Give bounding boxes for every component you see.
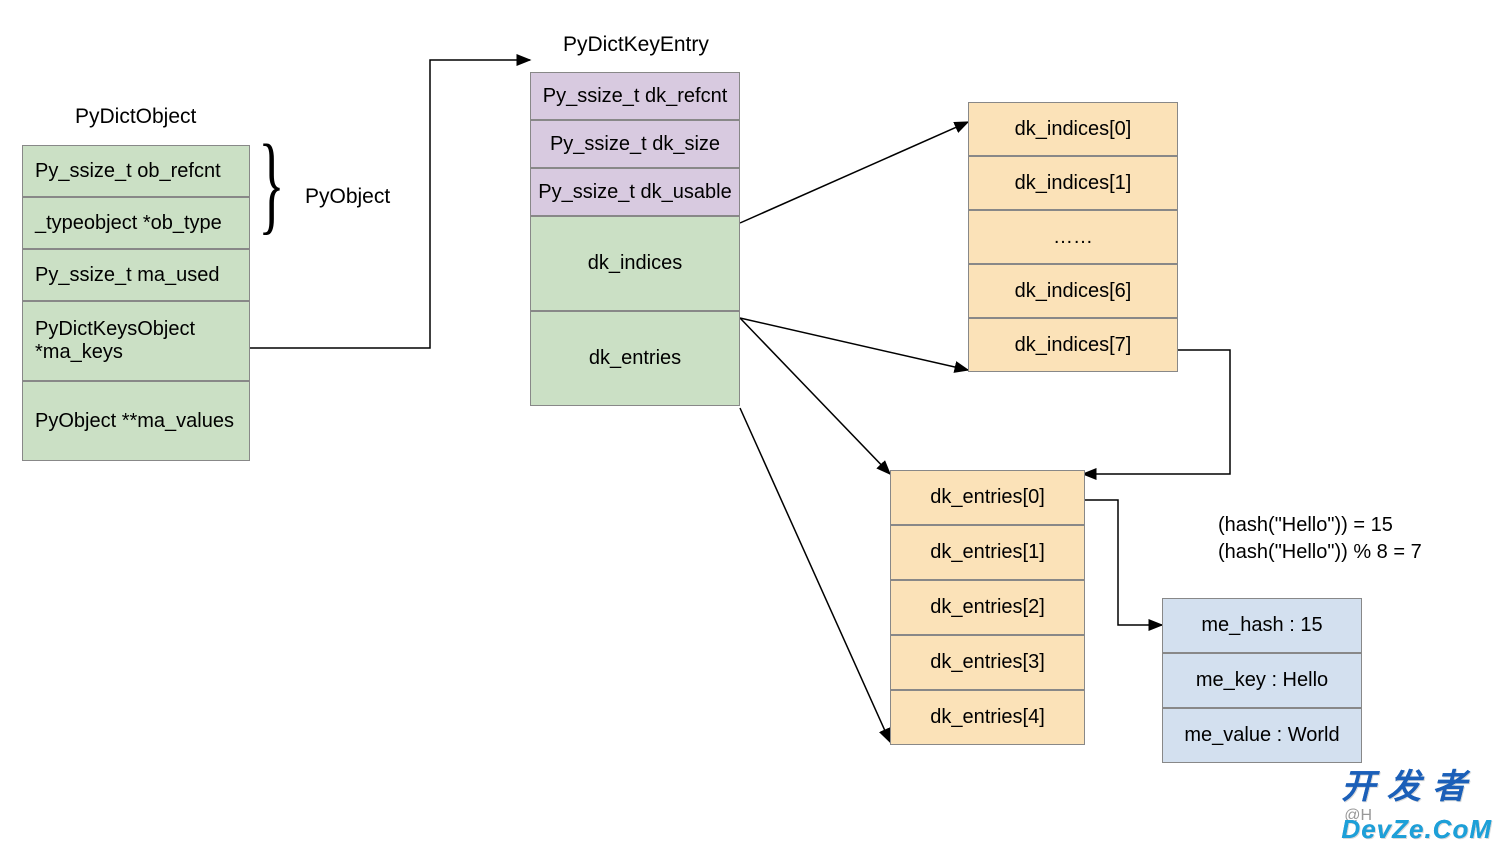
watermark-cn: 开 发 者 (1341, 768, 1467, 806)
title-pydictobject: PyDictObject (75, 105, 196, 129)
field-dk-refcnt: Py_ssize_t dk_refcnt (530, 72, 740, 120)
entries-3: dk_entries[3] (890, 635, 1085, 690)
me-hash: me_hash : 15 (1162, 598, 1362, 653)
field-ma-keys: PyDictKeysObject *ma_keys (22, 301, 250, 381)
field-dk-usable: Py_ssize_t dk_usable (530, 168, 740, 216)
watermark-logo: 开 发 者 DevZe.CoM (1341, 759, 1492, 847)
me-value: me_value : World (1162, 708, 1362, 763)
brace-icon: } (258, 120, 284, 247)
pydictkeyentry-struct: Py_ssize_t dk_refcnt Py_ssize_t dk_size … (530, 72, 740, 406)
hash-explanation: (hash("Hello")) = 15 (hash("Hello")) % 8… (1218, 512, 1422, 566)
field-ma-values: PyObject **ma_values (22, 381, 250, 461)
indices-1: dk_indices[1] (968, 156, 1178, 210)
field-ob-refcnt: Py_ssize_t ob_refcnt (22, 145, 250, 197)
field-ma-keys-line2: *ma_keys (35, 341, 123, 364)
indices-7: dk_indices[7] (968, 318, 1178, 372)
hash-line2: (hash("Hello")) % 8 = 7 (1218, 539, 1422, 566)
pydictobject-struct: Py_ssize_t ob_refcnt _typeobject *ob_typ… (22, 145, 250, 461)
field-dk-indices: dk_indices (530, 216, 740, 311)
value-struct: me_hash : 15 me_key : Hello me_value : W… (1162, 598, 1362, 763)
title-pydictkeyentry: PyDictKeyEntry (563, 33, 709, 57)
entries-1: dk_entries[1] (890, 525, 1085, 580)
field-dk-size: Py_ssize_t dk_size (530, 120, 740, 168)
entries-4: dk_entries[4] (890, 690, 1085, 745)
dk-entries-array: dk_entries[0] dk_entries[1] dk_entries[2… (890, 470, 1085, 745)
indices-0: dk_indices[0] (968, 102, 1178, 156)
entries-2: dk_entries[2] (890, 580, 1085, 635)
field-ob-type: _typeobject *ob_type (22, 197, 250, 249)
title-pyobject: PyObject (305, 185, 390, 209)
indices-dots: …… (968, 210, 1178, 264)
field-ma-used: Py_ssize_t ma_used (22, 249, 250, 301)
entries-0: dk_entries[0] (890, 470, 1085, 525)
field-ma-keys-line1: PyDictKeysObject (35, 318, 195, 341)
dk-indices-array: dk_indices[0] dk_indices[1] …… dk_indice… (968, 102, 1178, 372)
hash-line1: (hash("Hello")) = 15 (1218, 512, 1422, 539)
me-key: me_key : Hello (1162, 653, 1362, 708)
watermark-en: DevZe.CoM (1341, 814, 1492, 844)
indices-6: dk_indices[6] (968, 264, 1178, 318)
field-dk-entries: dk_entries (530, 311, 740, 406)
